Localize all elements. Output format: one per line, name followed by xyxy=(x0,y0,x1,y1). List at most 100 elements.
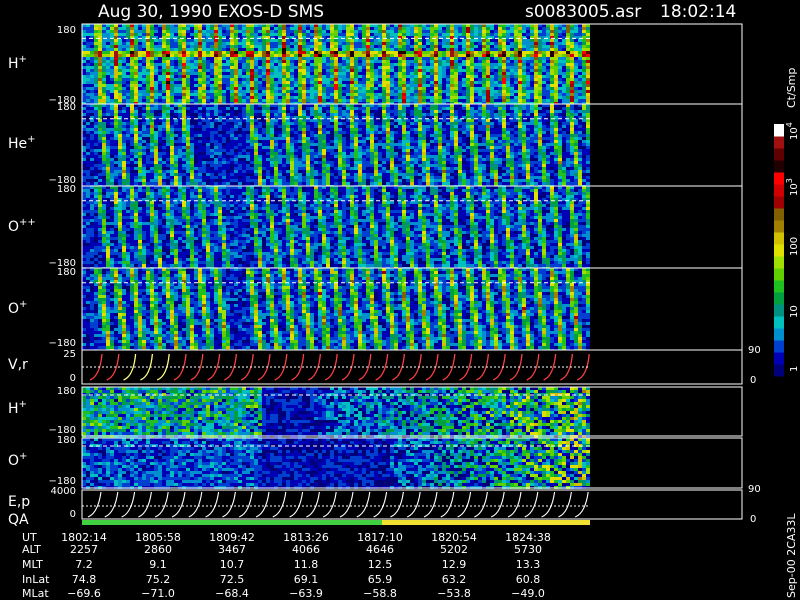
spectrogram-cell xyxy=(550,93,554,96)
spectrogram-cell xyxy=(82,155,86,158)
spectrogram-cell xyxy=(246,182,250,185)
spectrogram-cell xyxy=(346,33,350,36)
spectrogram-cell xyxy=(82,170,86,173)
spectrogram-cell xyxy=(138,33,142,36)
spectrogram-cell xyxy=(298,131,302,134)
spectrogram-cell xyxy=(250,99,254,102)
spectrogram-cell xyxy=(390,42,394,45)
spectrogram-cell xyxy=(126,131,130,134)
spectrogram-cell xyxy=(226,173,230,176)
spectrogram-cell xyxy=(194,63,198,66)
spectrogram-cell xyxy=(234,30,238,33)
spectrogram-cell xyxy=(322,96,326,99)
spectrogram-cell xyxy=(194,131,198,134)
spectrogram-cell xyxy=(322,57,326,60)
spectrogram-cell xyxy=(302,128,306,131)
spectrogram-cell xyxy=(170,57,174,60)
spectrogram-cell xyxy=(150,87,154,90)
spectrogram-cell xyxy=(510,93,514,96)
spectrogram-cell xyxy=(162,45,166,48)
spectrogram-cell xyxy=(474,27,478,30)
spectrogram-cell xyxy=(526,27,530,30)
spectrogram-cell xyxy=(498,72,502,75)
spectrogram-cell xyxy=(246,125,250,128)
spectrogram-cell xyxy=(146,152,150,155)
spectrogram-cell xyxy=(86,164,90,167)
spectrogram-cell xyxy=(542,33,546,36)
spectrogram-cell xyxy=(482,87,486,90)
spectrogram-cell xyxy=(294,27,298,30)
spectrogram-cell xyxy=(442,30,446,33)
spectrogram-cell xyxy=(238,113,242,116)
spectrogram-cell xyxy=(330,87,334,90)
spectrogram-cell xyxy=(286,113,290,116)
spectrogram-cell xyxy=(462,33,466,36)
spectrogram-cell xyxy=(90,69,94,72)
spectrogram-cell xyxy=(138,158,142,161)
spectrogram-cell xyxy=(302,170,306,173)
spectrogram-cell xyxy=(574,54,578,57)
spectrogram-cell xyxy=(110,51,114,54)
spectrogram-cell xyxy=(114,69,118,72)
spectrogram-cell xyxy=(270,66,274,69)
spectrogram-cell xyxy=(198,39,202,42)
spectrogram-cell xyxy=(98,69,102,72)
spectrogram-cell xyxy=(114,131,118,134)
spectrogram-cell xyxy=(138,69,142,72)
spectrogram-cell xyxy=(226,99,230,102)
spectrogram-cell xyxy=(466,45,470,48)
spectrogram-cell xyxy=(418,96,422,99)
spectrogram-cell xyxy=(162,113,166,116)
spectrogram-cell xyxy=(326,57,330,60)
spectrogram-cell xyxy=(222,146,226,149)
spectrogram-cell xyxy=(90,170,94,173)
spectrogram-cell xyxy=(374,75,378,78)
spectrogram-cell xyxy=(218,164,222,167)
spectrogram-cell xyxy=(162,131,166,134)
spectrogram-cell xyxy=(330,119,334,122)
spectrogram-cell xyxy=(242,143,246,146)
spectrogram-cell xyxy=(562,30,566,33)
spectrogram-cell xyxy=(266,149,270,152)
spectrogram-cell xyxy=(322,158,326,161)
spectrogram-cell xyxy=(178,167,182,170)
spectrogram-cell xyxy=(486,87,490,90)
spectrogram-cell xyxy=(110,176,114,179)
spectrogram-cell xyxy=(330,182,334,185)
spectrogram-cell xyxy=(474,93,478,96)
spectrogram-cell xyxy=(486,57,490,60)
spectrogram-cell xyxy=(106,27,110,30)
spectrogram-cell xyxy=(502,33,506,36)
spectrogram-cell xyxy=(578,51,582,54)
spectrogram-cell xyxy=(366,42,370,45)
spectrogram-cell xyxy=(182,51,186,54)
spectrogram-cell xyxy=(158,30,162,33)
spectrogram-cell xyxy=(458,78,462,81)
spectrogram-cell xyxy=(554,54,558,57)
spectrogram-cell xyxy=(450,45,454,48)
spectrogram-cell xyxy=(550,48,554,51)
spectrogram-cell xyxy=(98,93,102,96)
spectrogram-cell xyxy=(354,66,358,69)
spectrogram-cell xyxy=(382,30,386,33)
spectrogram-cell xyxy=(246,122,250,125)
spectrogram-cell xyxy=(458,48,462,51)
spectrogram-cell xyxy=(426,93,430,96)
spectrogram-cell xyxy=(82,107,86,110)
spectrogram-cell xyxy=(202,170,206,173)
spectrogram-cell xyxy=(538,42,542,45)
spectrogram-cell xyxy=(138,72,142,75)
spectrogram-cell xyxy=(170,81,174,84)
spectrogram-cell xyxy=(362,75,366,78)
spectrogram-cell xyxy=(202,60,206,63)
spectrogram-cell xyxy=(150,140,154,143)
spectrogram-cell xyxy=(294,33,298,36)
spectrogram-cell xyxy=(566,81,570,84)
spectrogram-cell xyxy=(414,78,418,81)
spectrogram-cell xyxy=(418,27,422,30)
spectrogram-cell xyxy=(102,182,106,185)
spectrogram-cell xyxy=(282,176,286,179)
spectrogram-cell xyxy=(230,110,234,113)
spectrogram-cell xyxy=(146,107,150,110)
spectrogram-cell xyxy=(302,134,306,137)
